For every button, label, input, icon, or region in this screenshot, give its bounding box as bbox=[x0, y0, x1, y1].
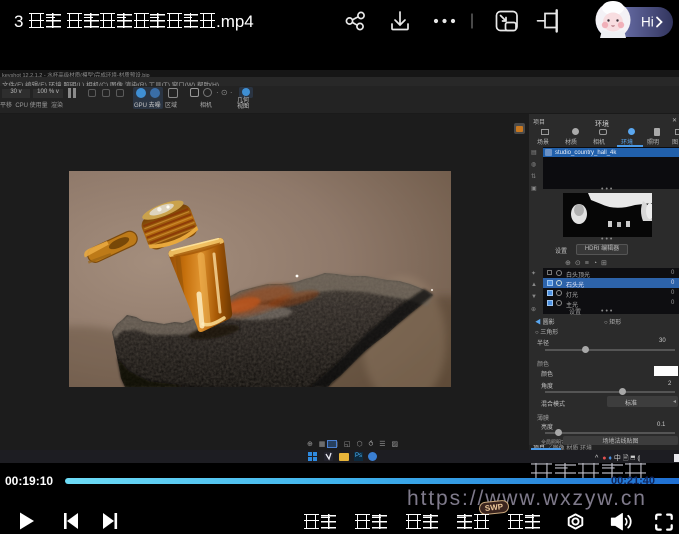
svg-text:Hi: Hi bbox=[641, 15, 654, 30]
